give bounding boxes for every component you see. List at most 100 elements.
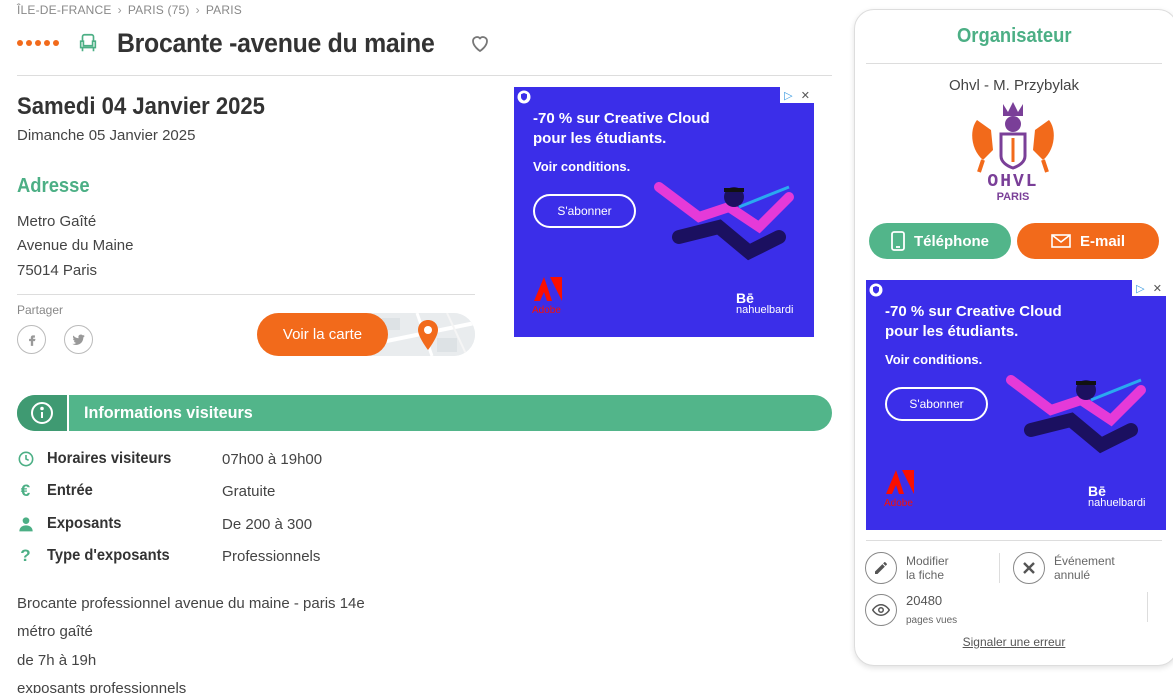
email-button[interactable]: E-mail bbox=[1017, 223, 1159, 259]
phone-button[interactable]: Téléphone bbox=[869, 223, 1011, 259]
ad-headline: -70 % sur Creative Cloud bbox=[533, 110, 710, 127]
info-value: Gratuite bbox=[222, 482, 276, 500]
ad-illustration bbox=[1006, 375, 1146, 454]
question-icon: ? bbox=[20, 546, 31, 565]
behance-logo: Bē bbox=[1088, 483, 1106, 499]
chevron-right-icon: › bbox=[117, 3, 122, 17]
ad-choices-icon[interactable]: ▷ ✕ bbox=[780, 87, 814, 103]
organizer-logo: OHVL PARIS bbox=[972, 102, 1054, 203]
adobe-logo: Adobe bbox=[532, 277, 562, 315]
divider bbox=[17, 294, 475, 295]
info-label: Type d'exposants bbox=[47, 547, 170, 564]
armchair-icon bbox=[79, 33, 97, 52]
cancel-label: annulé bbox=[1054, 568, 1091, 582]
info-icon-box bbox=[17, 395, 69, 431]
title-row: Brocante -avenue du maine bbox=[17, 28, 492, 58]
divider bbox=[866, 63, 1162, 64]
info-row-exhibitors: Exposants De 200 à 300 bbox=[17, 513, 517, 535]
svg-text:Adobe: Adobe bbox=[532, 305, 561, 315]
facebook-share-button[interactable] bbox=[17, 325, 46, 354]
organizer-logo-text: OHVL bbox=[987, 172, 1038, 192]
description-line: de 7h à 19h bbox=[17, 652, 97, 669]
organizer-heading-text: Organisateur bbox=[956, 25, 1072, 47]
page-views: 20480 pages vues bbox=[865, 592, 957, 628]
person-icon bbox=[17, 516, 34, 533]
info-label: Entrée bbox=[47, 482, 93, 499]
views-count: 20480 bbox=[906, 593, 943, 608]
visitor-info-title: Informations visiteurs bbox=[84, 403, 253, 422]
info-value: 07h00 à 19h00 bbox=[222, 450, 323, 468]
organizer-name: Ohvl - M. Przybylak bbox=[948, 77, 1080, 94]
svg-text:Adobe: Adobe bbox=[884, 498, 913, 508]
pencil-icon bbox=[865, 552, 897, 584]
info-row-hours: Horaires visiteurs 07h00 à 19h00 bbox=[17, 448, 517, 470]
divider bbox=[999, 553, 1000, 583]
euro-icon: € bbox=[20, 481, 31, 500]
views-unit: pages vues bbox=[906, 615, 958, 626]
ad-subscribe-button[interactable]: S'abonner bbox=[885, 387, 988, 421]
info-row-entry: € Entrée Gratuite bbox=[17, 480, 517, 502]
event-date-start: Samedi 04 Janvier 2025 bbox=[17, 93, 265, 120]
view-map-button[interactable]: Voir la carte bbox=[257, 313, 388, 356]
advertisement-banner[interactable]: ▷ ✕ -70 % sur Creative Cloud pour les étu… bbox=[514, 87, 814, 337]
eye-icon bbox=[865, 594, 897, 626]
ad-conditions: Voir conditions. bbox=[533, 159, 631, 174]
event-date-end: Dimanche 05 Janvier 2025 bbox=[17, 127, 196, 144]
heart-icon[interactable] bbox=[468, 31, 492, 55]
adobe-logo: Adobe bbox=[884, 470, 914, 508]
ad-shield-icon bbox=[517, 90, 531, 104]
breadcrumb-item-region[interactable]: ÎLE-DE-FRANCE bbox=[17, 3, 112, 17]
edit-label: Modifier bbox=[906, 554, 949, 568]
behance-logo: Bē bbox=[736, 290, 754, 306]
ad-headline: pour les étudiants. bbox=[533, 130, 667, 147]
event-cancelled-button[interactable]: Événement annulé bbox=[1013, 552, 1115, 584]
edit-listing-button[interactable]: Modifier la fiche bbox=[865, 552, 949, 584]
email-button-label: E-mail bbox=[1079, 232, 1125, 250]
ad-subscribe-button[interactable]: S'abonner bbox=[533, 194, 636, 228]
ad-conditions: Voir conditions. bbox=[885, 352, 983, 367]
address-line: 75014 Paris bbox=[17, 262, 98, 279]
facebook-icon bbox=[28, 334, 35, 346]
ad-shield-icon bbox=[869, 283, 883, 297]
description-line: métro gaîté bbox=[17, 623, 93, 640]
breadcrumb: ÎLE-DE-FRANCE › PARIS (75) › PARIS bbox=[17, 3, 242, 17]
rating-dots bbox=[17, 40, 59, 46]
ad-headline: pour les étudiants. bbox=[885, 323, 1019, 340]
advertisement-banner[interactable]: ▷ ✕ -70 % sur Creative Cloud pour les étu… bbox=[866, 280, 1166, 530]
breadcrumb-item-department[interactable]: PARIS (75) bbox=[128, 3, 190, 17]
phone-icon bbox=[891, 231, 905, 251]
address-heading: Adresse bbox=[17, 175, 90, 197]
report-error-link[interactable]: Signaler une erreur bbox=[866, 635, 1162, 649]
behance-user: nahuelbardi bbox=[1088, 497, 1146, 509]
ad-choices-icon[interactable]: ▷ ✕ bbox=[1132, 280, 1166, 296]
organizer-logo-subtext: PARIS bbox=[997, 191, 1030, 203]
divider bbox=[866, 540, 1162, 541]
divider bbox=[17, 75, 832, 76]
visitor-info-banner: Informations visiteurs bbox=[17, 395, 832, 431]
phone-button-label: Téléphone bbox=[913, 232, 989, 250]
breadcrumb-item-city[interactable]: PARIS bbox=[206, 3, 242, 17]
address-line: Metro Gaîté bbox=[17, 213, 97, 230]
share-label: Partager bbox=[17, 303, 64, 317]
chevron-right-icon: › bbox=[195, 3, 200, 17]
description-line: exposants professionnels bbox=[17, 680, 187, 693]
cancel-label: Événement bbox=[1054, 554, 1115, 568]
map-marker-icon bbox=[418, 320, 438, 350]
ad-illustration bbox=[654, 182, 794, 261]
ad-headline: -70 % sur Creative Cloud bbox=[885, 303, 1062, 320]
envelope-icon bbox=[1051, 234, 1071, 248]
twitter-share-button[interactable] bbox=[64, 325, 93, 354]
info-label: Horaires visiteurs bbox=[47, 450, 172, 467]
address-line: Avenue du Maine bbox=[17, 237, 134, 254]
behance-user: nahuelbardi bbox=[736, 304, 794, 316]
twitter-icon bbox=[72, 334, 85, 345]
behance-credit: Bē nahuelbardi bbox=[736, 290, 794, 316]
divider bbox=[1147, 592, 1148, 622]
edit-label: la fiche bbox=[906, 568, 945, 582]
info-label: Exposants bbox=[47, 515, 122, 532]
organizer-heading: Organisateur bbox=[866, 25, 1162, 48]
behance-credit: Bē nahuelbardi bbox=[1088, 483, 1146, 509]
clock-icon bbox=[17, 451, 34, 468]
info-value: De 200 à 300 bbox=[222, 515, 313, 533]
info-row-exhibitor-type: ? Type d'exposants Professionnels bbox=[17, 545, 517, 567]
